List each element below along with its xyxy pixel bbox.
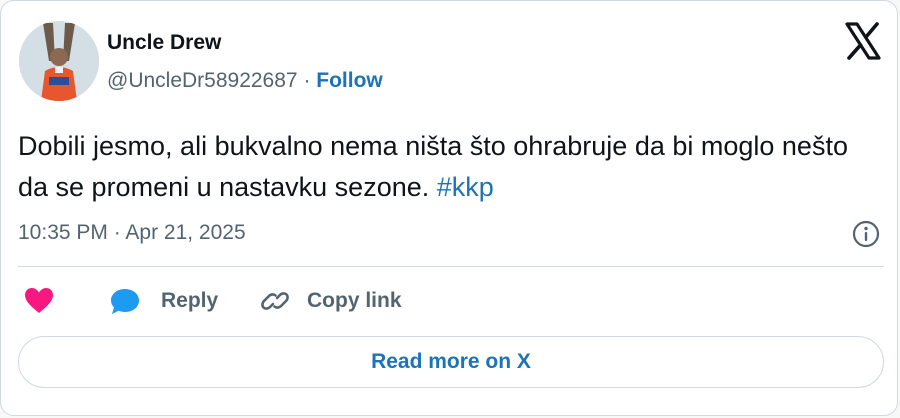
tweet-card: Uncle Drew @UncleDr58922687 · Follow Dob… bbox=[0, 0, 898, 416]
follow-button[interactable]: Follow bbox=[316, 69, 383, 92]
copy-link-label: Copy link bbox=[307, 289, 402, 312]
tweet-text: Dobili jesmo, ali bukvalno nema ništa št… bbox=[18, 126, 878, 208]
separator-dot: · bbox=[297, 69, 317, 92]
hashtag-link[interactable]: #kkp bbox=[437, 172, 494, 202]
author-handle[interactable]: @UncleDr58922687 bbox=[107, 69, 298, 92]
avatar[interactable] bbox=[19, 21, 99, 101]
info-icon[interactable] bbox=[851, 219, 881, 249]
link-icon bbox=[261, 292, 289, 310]
x-logo-icon[interactable] bbox=[843, 21, 883, 61]
author-handle-row: @UncleDr58922687 · Follow bbox=[107, 69, 383, 93]
divider bbox=[18, 266, 884, 267]
read-more-button[interactable]: Read more on X bbox=[18, 336, 884, 388]
author-name[interactable]: Uncle Drew bbox=[107, 31, 221, 55]
tweet-timestamp[interactable]: 10:35 PM · Apr 21, 2025 bbox=[18, 221, 246, 245]
like-button[interactable] bbox=[23, 286, 55, 316]
heart-icon bbox=[25, 288, 53, 313]
reply-label: Reply bbox=[161, 289, 219, 312]
speech-bubble-icon bbox=[111, 289, 139, 314]
copy-link-button[interactable]: Copy link bbox=[259, 286, 402, 316]
avatar-image bbox=[19, 21, 99, 101]
tweet-body: Dobili jesmo, ali bukvalno nema ništa št… bbox=[18, 131, 848, 202]
reply-button[interactable]: Reply bbox=[109, 286, 218, 316]
